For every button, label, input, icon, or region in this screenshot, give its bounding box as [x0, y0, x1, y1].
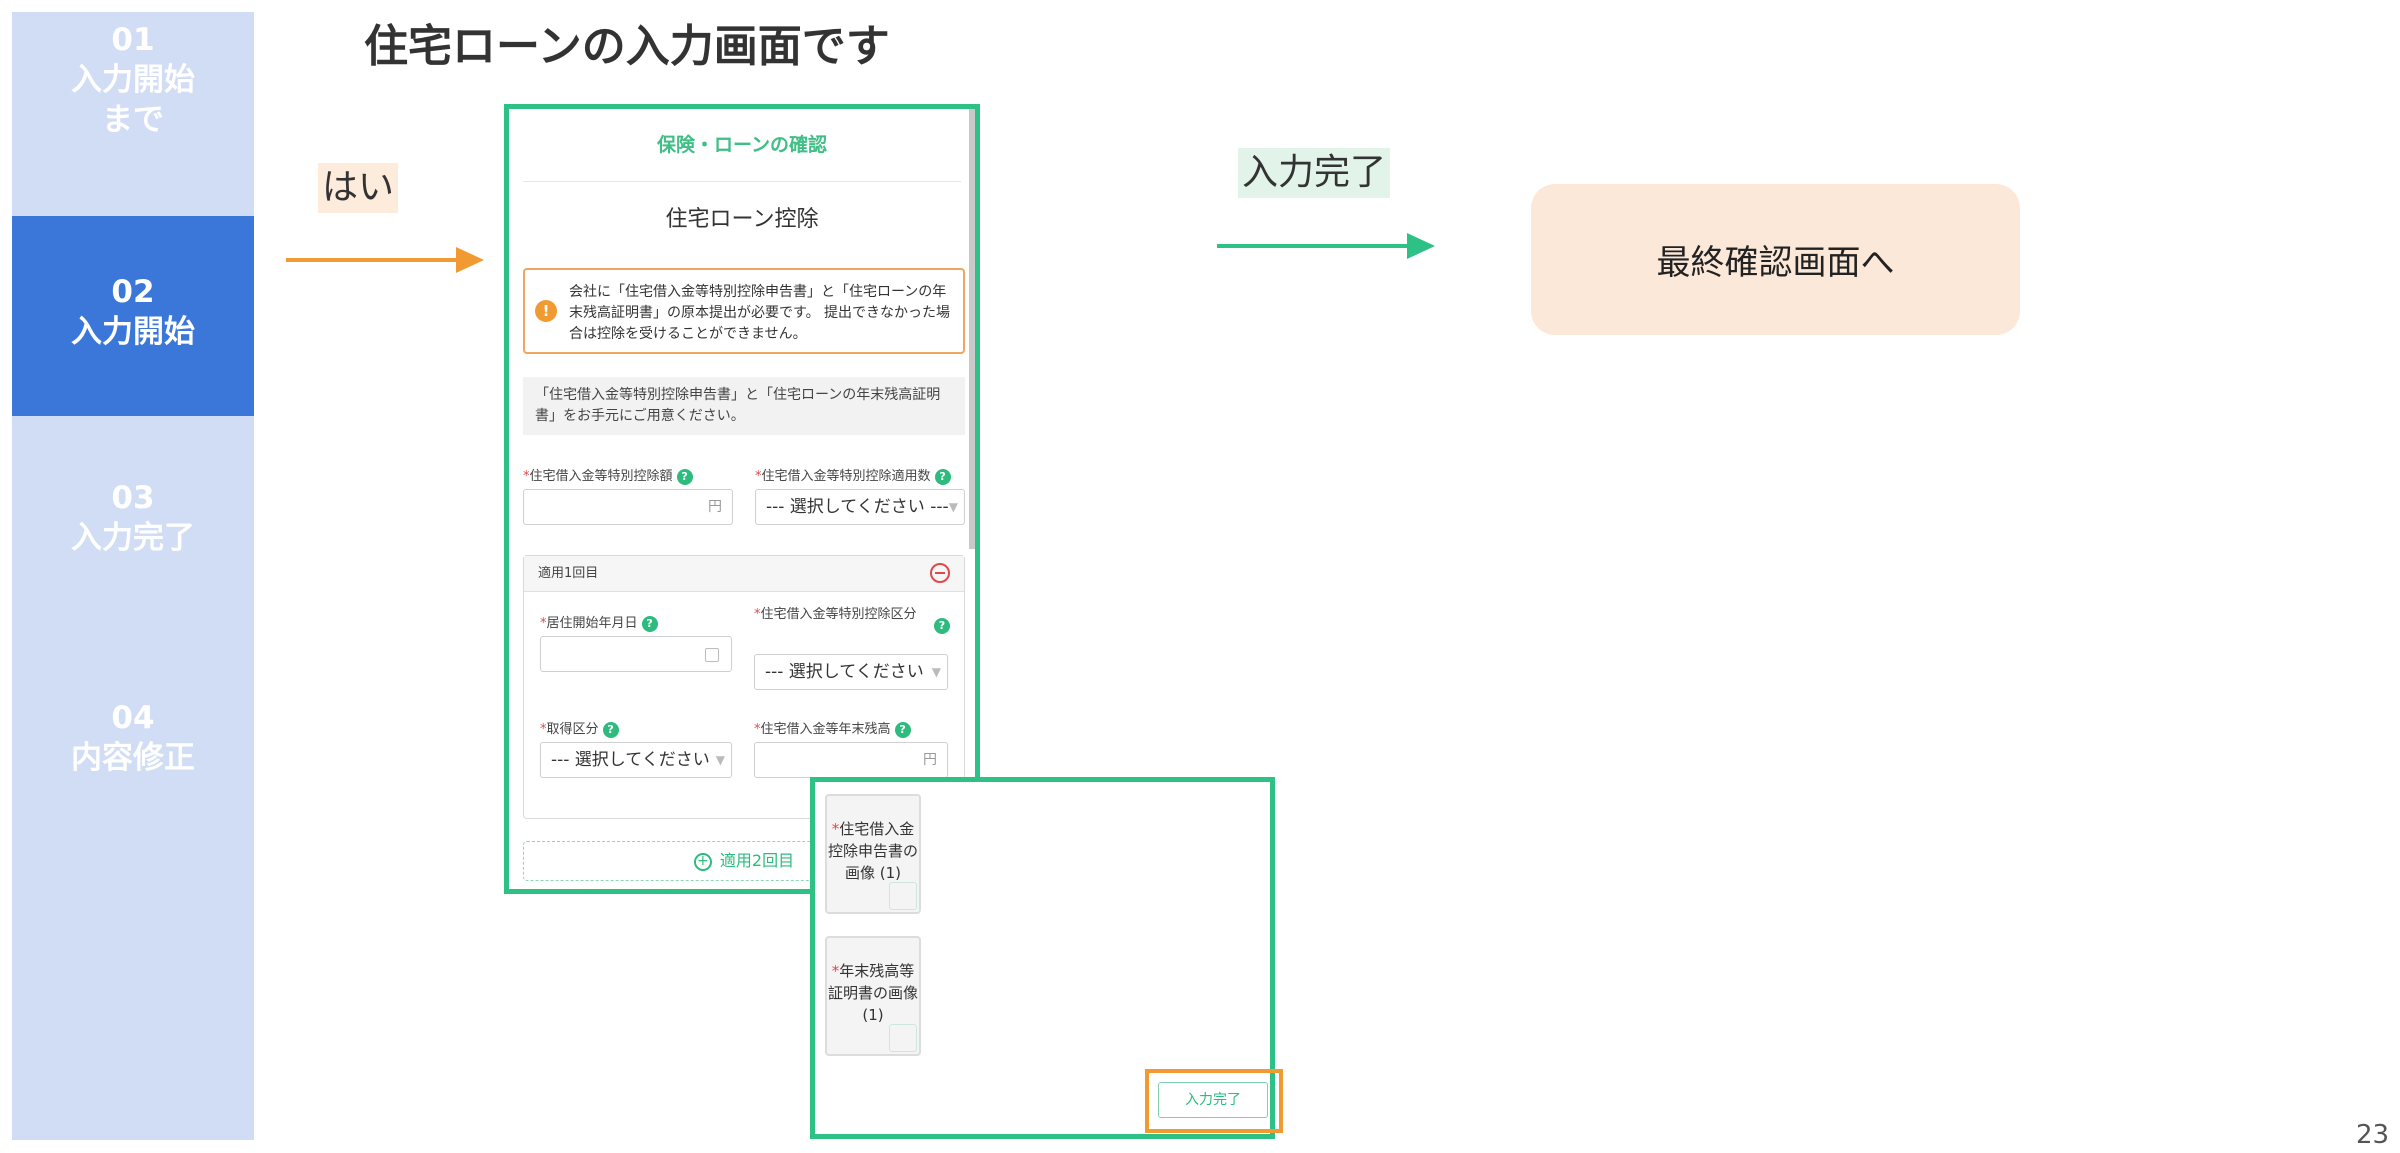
step-number: 03: [111, 480, 155, 516]
balance-certificate-image[interactable]: *年末残高等 証明書の画像 (1): [825, 936, 921, 1056]
acquisition-type-label: *取得区分?: [540, 718, 619, 738]
scrollbar[interactable]: [969, 109, 975, 549]
input-complete-button[interactable]: 入力完了: [1158, 1082, 1268, 1118]
form-header: 保険・ローンの確認: [523, 109, 961, 182]
help-icon[interactable]: ?: [934, 468, 951, 485]
apply-count-select[interactable]: --- 選択してください --- ▼: [755, 489, 965, 525]
arrow-right-icon: [1217, 233, 1435, 259]
done-label: 入力完了: [1238, 148, 1391, 198]
yes-label: はい: [318, 163, 399, 213]
year-end-balance-input[interactable]: 円: [754, 742, 948, 778]
help-icon[interactable]: ?: [676, 468, 693, 485]
deduction-amount-input[interactable]: 円: [523, 489, 733, 525]
step-label: 内容修正: [71, 740, 195, 776]
arrow-right-icon: [286, 247, 484, 273]
deduction-amount-label: *住宅借入金等特別控除額?: [523, 465, 693, 485]
image-icon: [889, 882, 917, 910]
done-button-highlight: 入力完了: [1145, 1069, 1283, 1133]
calendar-icon[interactable]: [705, 648, 719, 662]
move-in-date-label: *居住開始年月日?: [540, 612, 658, 632]
upload-panel: *住宅借入金 控除申告書の 画像 (1) *年末残高等 証明書の画像 (1) 入…: [810, 777, 1283, 1139]
apply-count-label: *住宅借入金等特別控除適用数?: [755, 465, 951, 485]
final-confirm-box: 最終確認画面へ: [1531, 184, 2020, 335]
notice-text: 「住宅借入金等特別控除申告書」と「住宅ローンの年末残高証明書」をお手元にご用意く…: [523, 377, 965, 435]
chevron-down-icon: ▼: [948, 500, 958, 514]
warning-box: ! 会社に「住宅借入金等特別控除申告書」と「住宅ローンの年末残高証明書」の原本提…: [523, 268, 965, 354]
add-circle-icon: +: [693, 852, 712, 871]
form-title: 住宅ローン控除: [665, 207, 819, 232]
remove-circle-icon[interactable]: [930, 563, 950, 583]
year-end-balance-label: *住宅借入金等年末残高?: [754, 718, 911, 738]
step-label: 入力完了: [71, 520, 195, 556]
step-number: 02: [111, 274, 155, 310]
yen-unit: 円: [708, 499, 722, 515]
image-icon: [889, 1024, 917, 1052]
step-label: 入力開始: [71, 314, 195, 350]
step-04[interactable]: 04 内容修正: [12, 698, 254, 778]
warning-icon: !: [535, 300, 557, 322]
deduction-type-label: *住宅借入金等特別控除区分: [754, 607, 917, 622]
page-title: 住宅ローンの入力画面です: [364, 21, 890, 72]
select-value: --- 選択してください: [551, 750, 710, 770]
move-in-date-input[interactable]: [540, 636, 732, 672]
chevron-down-icon: ▼: [715, 753, 725, 767]
step-number: 04: [111, 700, 155, 736]
warning-text: 会社に「住宅借入金等特別控除申告書」と「住宅ローンの年末残高証明書」の原本提出が…: [569, 284, 951, 342]
help-icon[interactable]: ?: [894, 721, 911, 738]
select-value: --- 選択してください: [765, 662, 924, 682]
help-icon[interactable]: ?: [934, 618, 950, 634]
group-title: 適用1回目: [524, 556, 964, 592]
step-sidebar: 01 入力開始 まで 02 入力開始 03 入力完了 04 内容修正: [12, 12, 254, 1140]
chevron-down-icon: ▼: [931, 665, 941, 679]
step-01[interactable]: 01 入力開始 まで: [12, 20, 254, 140]
help-icon[interactable]: ?: [641, 615, 658, 632]
page-number: 23: [2356, 1120, 2390, 1150]
loan-deduction-form-image[interactable]: *住宅借入金 控除申告書の 画像 (1): [825, 794, 921, 914]
housing-loan-form-screenshot: 保険・ローンの確認 住宅ローン控除 ! 会社に「住宅借入金等特別控除申告書」と「…: [504, 104, 980, 894]
acquisition-type-select[interactable]: --- 選択してください ▼: [540, 742, 732, 778]
select-value: --- 選択してください ---: [766, 497, 949, 517]
step-03[interactable]: 03 入力完了: [12, 478, 254, 558]
deduction-type-select[interactable]: --- 選択してください ▼: [754, 654, 948, 690]
step-02[interactable]: 02 入力開始: [12, 216, 254, 416]
step-label: 入力開始: [71, 62, 195, 98]
step-number: 01: [111, 22, 155, 58]
step-label-2: まで: [102, 102, 164, 138]
yen-unit: 円: [923, 752, 937, 768]
help-icon[interactable]: ?: [602, 721, 619, 738]
